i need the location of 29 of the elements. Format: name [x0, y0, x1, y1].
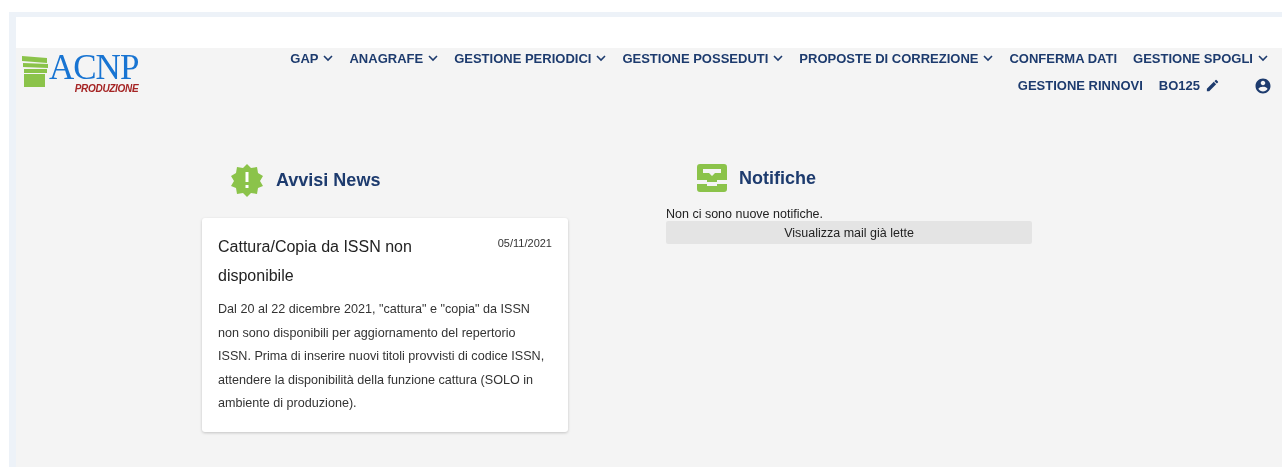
menu-dropdown[interactable]: GESTIONE SPOGLI: [1127, 48, 1274, 69]
chevron-down-icon: [596, 55, 607, 62]
read-mail-button[interactable]: Visualizza mail già lette: [666, 221, 1032, 244]
account-icon[interactable]: [1254, 76, 1272, 95]
inbox-icon: [697, 164, 727, 192]
alert-badge-icon: [230, 163, 264, 197]
section-title: Avvisi News: [276, 169, 381, 191]
menu-dropdown[interactable]: GESTIONE PERIODICI: [448, 48, 613, 69]
news-title: Cattura/Copia da ISSN non disponibile: [218, 237, 413, 286]
menu-link[interactable]: GESTIONE RINNOVI: [1011, 75, 1149, 96]
menu-dropdown[interactable]: GESTIONE POSSEDUTI: [616, 48, 790, 69]
menu-dropdown[interactable]: GAP: [284, 48, 340, 69]
news-text: Dal 20 al 22 dicembre 2021, "cattura" e "copia" da ISSN non sono disponibili per aggiornamento del repertorio ISSN. Prima di inserire nuovi titoli provvisti di codice ISSN, attendere la disponibilità della funzione cattura (SOLO in ambiente di produzione).: [218, 301, 546, 412]
menu-dropdown[interactable]: PROPOSTE DI CORREZIONE: [793, 48, 1000, 69]
menu-link[interactable]: CONFERMA DATI: [1003, 48, 1124, 69]
pencil-icon: [1205, 78, 1220, 93]
menu-dropdown[interactable]: ANAGRAFE: [343, 48, 445, 69]
books-icon: [21, 55, 51, 87]
chevron-down-icon: [1258, 55, 1268, 62]
chevron-down-icon: [428, 55, 439, 62]
chevron-down-icon: [773, 55, 784, 62]
empty-message: Non ci sono nuove notifiche.: [666, 207, 825, 221]
logo-subtitle: PRODUZIONE: [74, 83, 139, 95]
logo-title: ACNP: [49, 53, 139, 83]
chevron-down-icon: [983, 55, 994, 62]
news-date: 05/11/2021: [497, 237, 552, 249]
user-code-link[interactable]: BO125: [1152, 75, 1226, 96]
section-title: Notifiche: [739, 167, 816, 189]
chevron-down-icon: [323, 55, 334, 62]
